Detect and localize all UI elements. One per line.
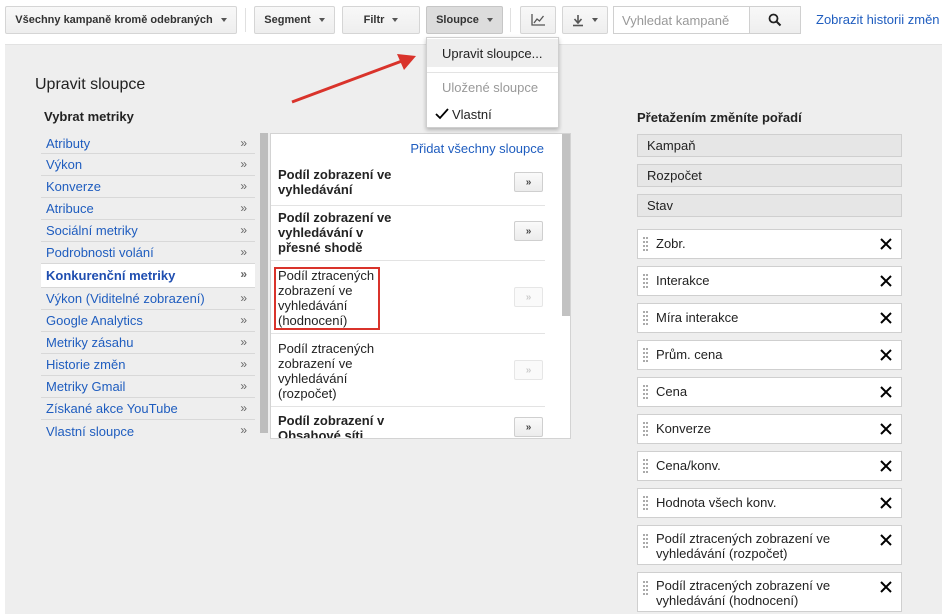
menu-item-custom-label: Vlastní	[452, 106, 492, 122]
menu-item-edit-columns[interactable]: Upravit sloupce...	[427, 39, 558, 67]
columns-dropdown-menu: Upravit sloupce... Uložené sloupce Vlast…	[426, 37, 559, 128]
menu-section-saved-columns: Uložené sloupce	[442, 79, 539, 95]
checkmark-icon	[435, 108, 449, 120]
menu-item-custom[interactable]: Vlastní	[427, 100, 558, 128]
